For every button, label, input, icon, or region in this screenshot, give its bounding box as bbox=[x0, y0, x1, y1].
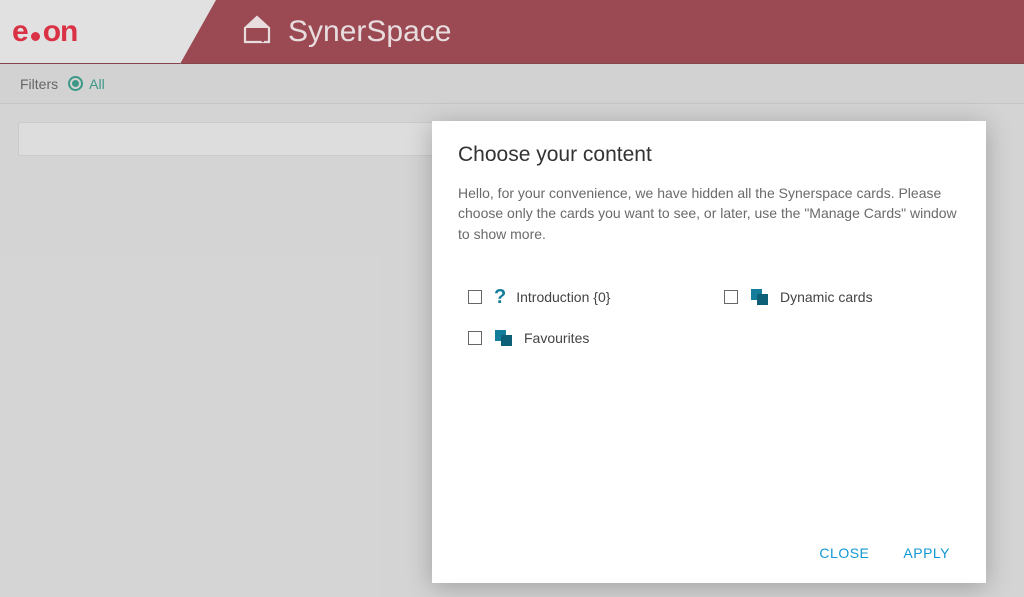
option-dynamic-cards[interactable]: Dynamic cards bbox=[724, 286, 960, 309]
question-icon: ? bbox=[494, 286, 506, 309]
modal-description: Hello, for your convenience, we have hid… bbox=[458, 183, 960, 244]
apply-button[interactable]: APPLY bbox=[903, 545, 950, 561]
modal-actions: CLOSE APPLY bbox=[458, 545, 960, 567]
modal-options-grid: ? Introduction {0} Dynamic cards Favou bbox=[458, 286, 960, 347]
choose-content-modal: Choose your content Hello, for your conv… bbox=[432, 121, 986, 583]
option-introduction-label: Introduction {0} bbox=[516, 289, 610, 305]
close-button[interactable]: CLOSE bbox=[819, 545, 869, 561]
option-introduction[interactable]: ? Introduction {0} bbox=[468, 286, 704, 309]
option-dynamic-cards-label: Dynamic cards bbox=[780, 289, 873, 305]
modal-title: Choose your content bbox=[458, 143, 960, 167]
cards-icon bbox=[750, 288, 770, 306]
checkbox-favourites[interactable] bbox=[468, 331, 482, 345]
option-favourites-label: Favourites bbox=[524, 330, 589, 346]
checkbox-introduction[interactable] bbox=[468, 290, 482, 304]
cards-icon bbox=[494, 329, 514, 347]
option-favourites[interactable]: Favourites bbox=[468, 329, 704, 347]
checkbox-dynamic-cards[interactable] bbox=[724, 290, 738, 304]
